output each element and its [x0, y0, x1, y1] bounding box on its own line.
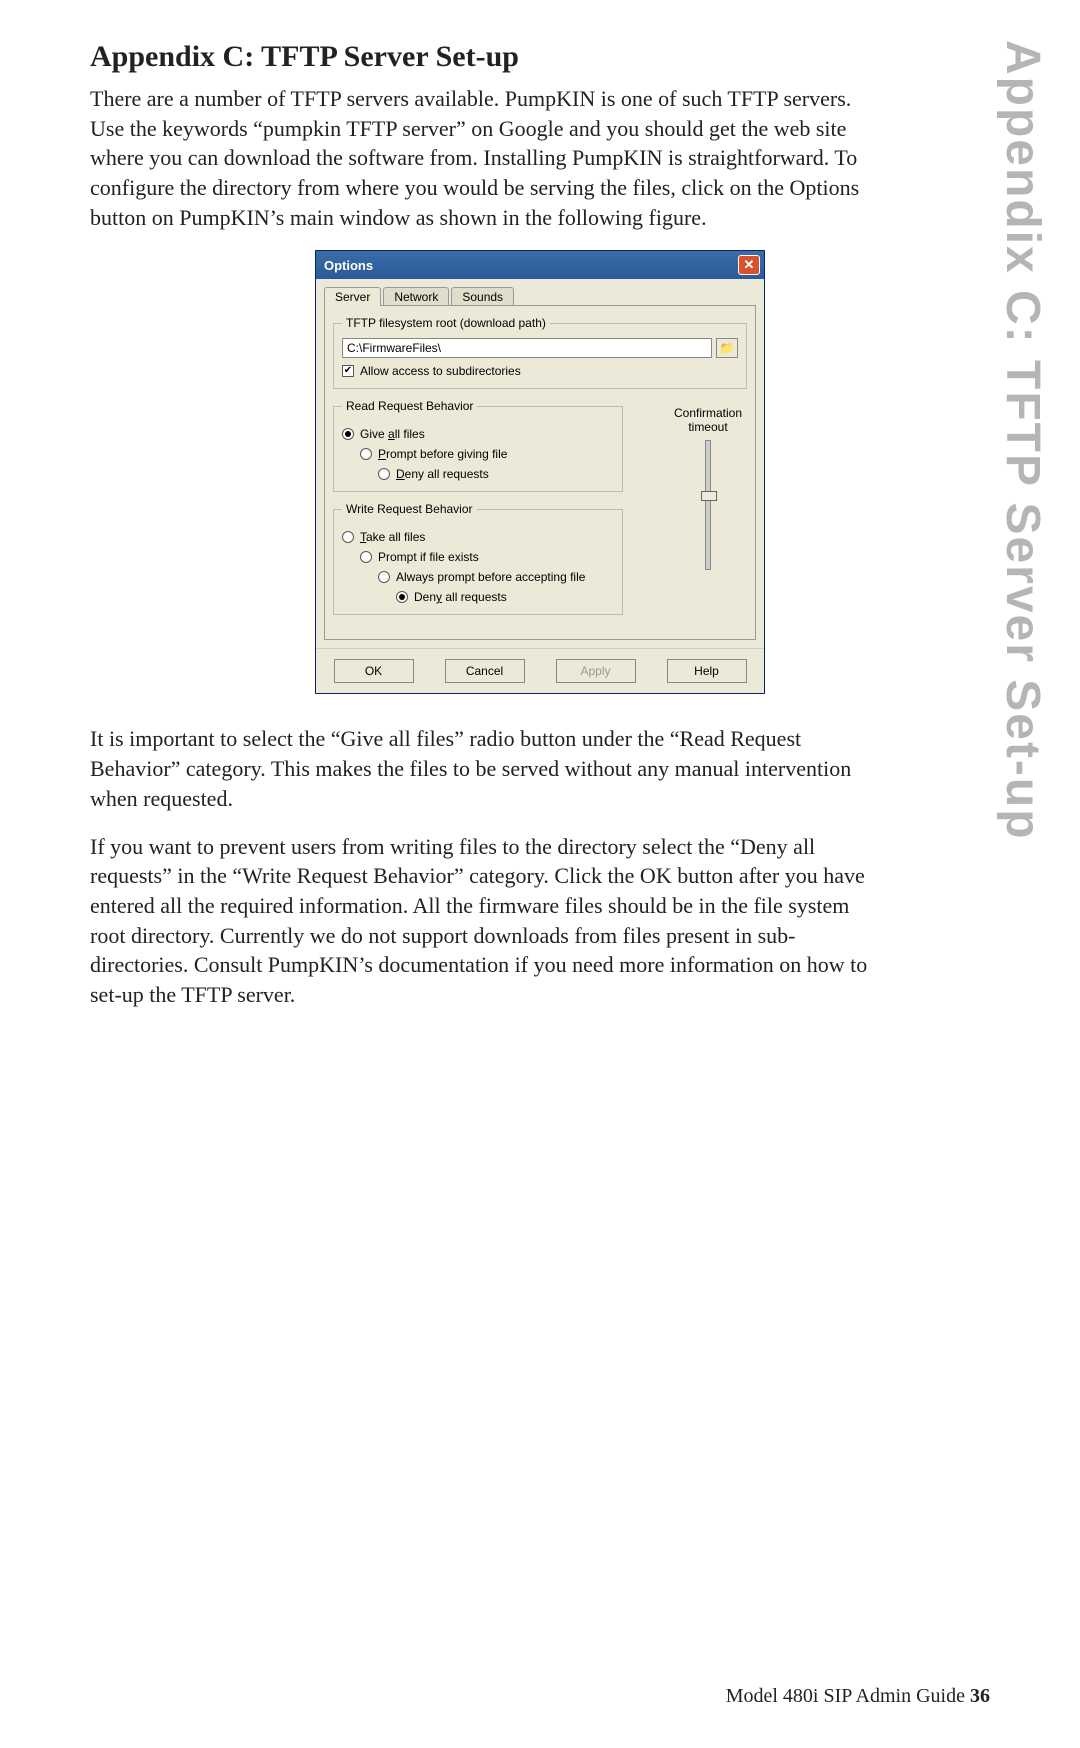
side-tab-heading: Appendix C: TFTP Server Set-up	[995, 40, 1050, 841]
dialog-title: Options	[324, 258, 373, 273]
tab-network[interactable]: Network	[383, 287, 449, 306]
group-read-legend: Read Request Behavior	[342, 399, 477, 413]
write-always-prompt-radio[interactable]	[378, 571, 390, 583]
group-write-legend: Write Request Behavior	[342, 502, 477, 516]
ok-button[interactable]: OK	[334, 659, 414, 683]
dialog-button-row: OK Cancel Apply Help	[316, 648, 764, 693]
group-read-behavior: Read Request Behavior Give all files Pro…	[333, 399, 623, 492]
options-dialog: Options ✕ Server Network Sounds TFTP fil…	[315, 250, 765, 694]
close-icon[interactable]: ✕	[738, 255, 760, 275]
tab-strip: Server Network Sounds	[324, 287, 756, 306]
tab-sounds[interactable]: Sounds	[451, 287, 514, 306]
dialog-body: Server Network Sounds TFTP filesystem ro…	[316, 279, 764, 648]
read-prompt-label: Prompt before giving file	[378, 447, 507, 461]
para-write-behavior: If you want to prevent users from writin…	[90, 832, 870, 1010]
group-fsroot-legend: TFTP filesystem root (download path)	[342, 316, 550, 330]
help-button[interactable]: Help	[667, 659, 747, 683]
fsroot-input[interactable]	[342, 338, 712, 358]
tab-server[interactable]: Server	[324, 287, 381, 306]
browse-button[interactable]: 📁	[716, 338, 738, 358]
allow-subdir-label: Allow access to subdirectories	[360, 364, 521, 378]
footer-page-number: 36	[970, 1685, 990, 1707]
cancel-button[interactable]: Cancel	[445, 659, 525, 683]
write-always-prompt-label: Always prompt before accepting file	[396, 570, 585, 584]
dialog-figure: Options ✕ Server Network Sounds TFTP fil…	[90, 250, 990, 694]
folder-icon: 📁	[720, 341, 735, 355]
confirmation-timeout-group: Confirmation timeout	[673, 406, 743, 570]
read-prompt-radio[interactable]	[360, 448, 372, 460]
write-deny-label: Deny all requests	[414, 590, 507, 604]
write-prompt-exists-label: Prompt if file exists	[378, 550, 479, 564]
page-heading: Appendix C: TFTP Server Set-up	[90, 40, 990, 74]
intro-paragraph: There are a number of TFTP servers avail…	[90, 84, 870, 232]
tab-panel-server: TFTP filesystem root (download path) 📁 ✔…	[324, 305, 756, 640]
write-take-all-radio[interactable]	[342, 531, 354, 543]
write-prompt-exists-radio[interactable]	[360, 551, 372, 563]
read-give-all-label: Give all files	[360, 427, 425, 441]
allow-subdir-checkbox[interactable]: ✔	[342, 365, 354, 377]
confirmation-label-2: timeout	[673, 420, 743, 434]
read-deny-radio[interactable]	[378, 468, 390, 480]
write-deny-radio[interactable]	[396, 591, 408, 603]
write-take-all-label: Take all files	[360, 530, 425, 544]
group-write-behavior: Write Request Behavior Take all files Pr…	[333, 502, 623, 615]
group-fsroot: TFTP filesystem root (download path) 📁 ✔…	[333, 316, 747, 389]
timeout-slider[interactable]	[705, 440, 711, 570]
read-give-all-radio[interactable]	[342, 428, 354, 440]
footer-text: Model 480i SIP Admin Guide	[726, 1685, 965, 1707]
read-deny-label: Deny all requests	[396, 467, 489, 481]
confirmation-label-1: Confirmation	[673, 406, 743, 420]
dialog-titlebar: Options ✕	[316, 251, 764, 279]
para-read-behavior: It is important to select the “Give all …	[90, 724, 870, 813]
page-footer: Model 480i SIP Admin Guide 36	[726, 1685, 990, 1708]
apply-button[interactable]: Apply	[556, 659, 636, 683]
timeout-slider-thumb[interactable]	[701, 491, 717, 501]
